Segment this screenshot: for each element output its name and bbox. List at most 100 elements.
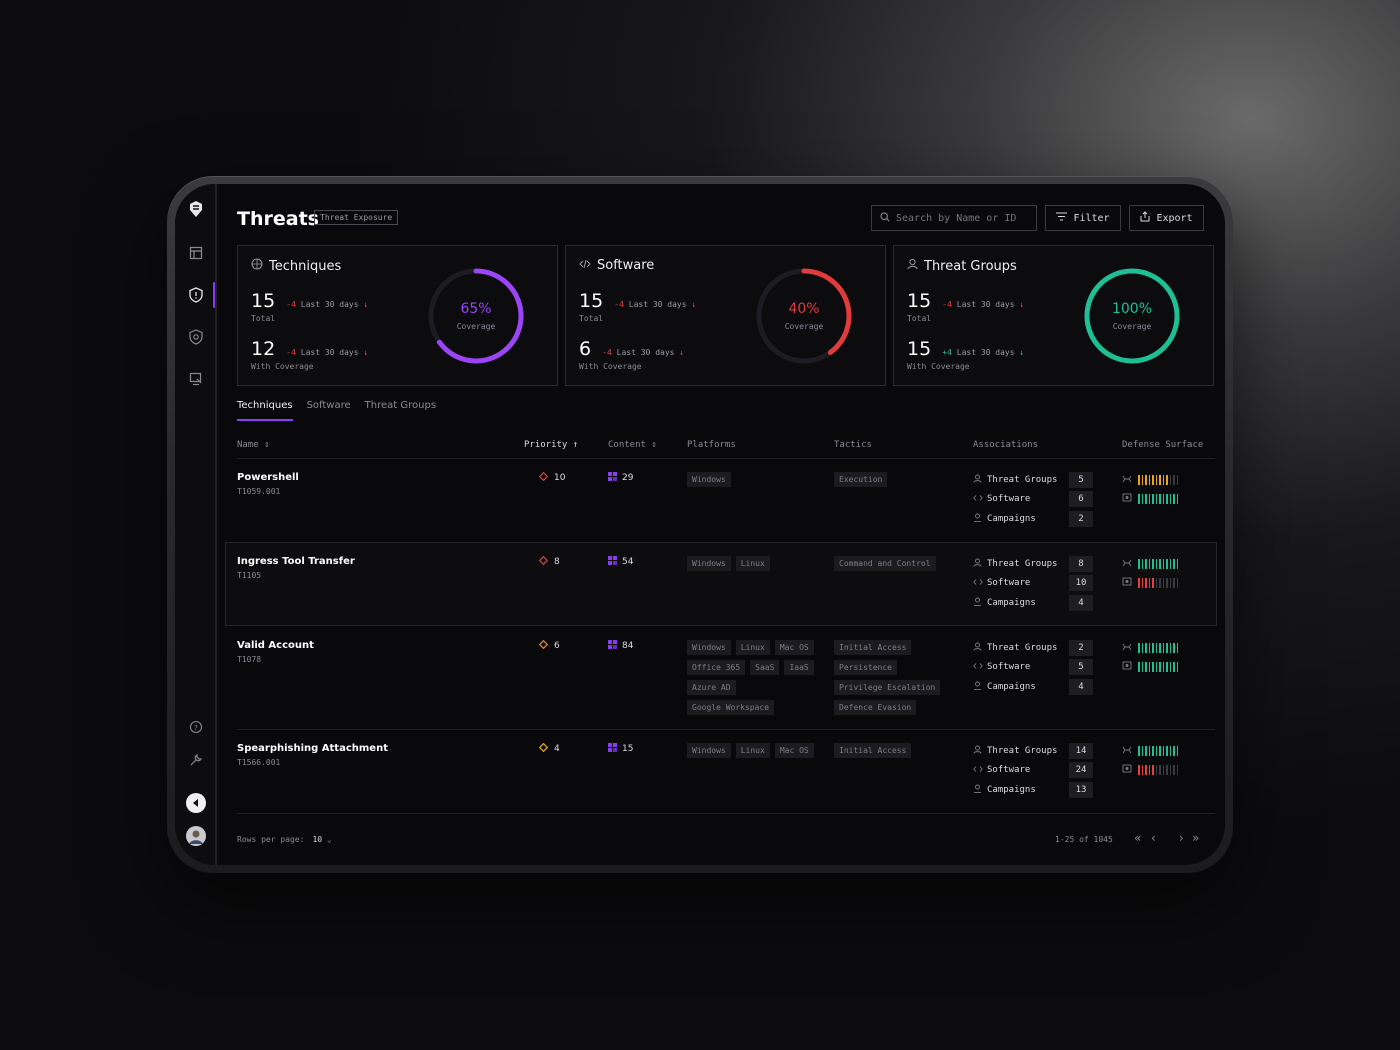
tab-threat-groups[interactable]: Threat Groups [365, 400, 436, 421]
association-item[interactable]: Campaigns 13 [973, 780, 1093, 800]
content-count: 29 [608, 472, 633, 484]
association-item[interactable]: Campaigns 4 [973, 593, 1093, 613]
defense-surface [1122, 470, 1178, 508]
table-row[interactable]: Ingress Tool Transfer T1105 8 54 Windows… [237, 554, 1215, 638]
platform-chips: Windows Linux Mac OS [687, 743, 817, 758]
rows-per-page-select[interactable]: 10 ⌄ [312, 835, 331, 844]
association-count: 10 [1069, 575, 1093, 592]
association-item[interactable]: Threat Groups 14 [973, 741, 1093, 761]
tactics-chip: Execution [834, 472, 888, 487]
defense-surface-meter [1122, 760, 1178, 779]
defense-surface-meter [1122, 554, 1178, 573]
tab-software[interactable]: Software [307, 400, 351, 421]
rows-per-page-label: Rows per page: [237, 835, 305, 844]
row-divider [237, 813, 1215, 814]
association-item[interactable]: Software 10 [973, 574, 1093, 594]
network-icon [1122, 746, 1132, 756]
technique-name[interactable]: Ingress Tool Transfer [237, 556, 355, 567]
collapse-sidebar-button[interactable] [183, 790, 209, 816]
technique-name[interactable]: Valid Account [237, 640, 314, 651]
association-count: 4 [1069, 678, 1093, 695]
association-item[interactable]: Threat Groups 8 [973, 554, 1093, 574]
association-count: 5 [1069, 659, 1093, 676]
search-input[interactable] [896, 212, 1026, 224]
platform-chips: Windows Linux [687, 556, 817, 571]
platforms-chip: Linux [735, 743, 770, 758]
trend-arrow-icon: ↓ [1019, 300, 1025, 309]
column-header-priority[interactable]: Priority ↑ [524, 440, 578, 450]
trend-arrow-icon: ↓ [691, 300, 697, 309]
tactics-chip: Initial Access [834, 743, 912, 758]
association-item[interactable]: Software 6 [973, 490, 1093, 510]
content-count: 84 [608, 640, 633, 652]
content-count: 15 [608, 743, 633, 755]
coverage-percent: 65% [460, 301, 492, 317]
association-item[interactable]: Threat Groups 2 [973, 638, 1093, 658]
coverage-ring: 40% Coverage [753, 265, 855, 367]
platforms-chip: Mac OS [774, 743, 814, 758]
dashboard-icon[interactable] [183, 240, 209, 266]
tactics-chip: Privilege Escalation [834, 680, 941, 695]
help-icon[interactable]: ? [183, 714, 209, 740]
tactics-chip: Persistence [834, 660, 897, 675]
association-item[interactable]: Software 24 [973, 761, 1093, 781]
page-badge: Threat Exposure [314, 210, 399, 225]
shield-check-icon[interactable] [183, 324, 209, 350]
association-item[interactable]: Threat Groups 5 [973, 470, 1093, 490]
association-item[interactable]: Campaigns 4 [973, 677, 1093, 697]
filter-icon [1056, 212, 1068, 224]
priority-value: 4 [538, 742, 560, 755]
shield-icon[interactable] [183, 282, 209, 308]
priority-value: 10 [538, 471, 565, 484]
export-button[interactable]: Export [1129, 205, 1204, 231]
svg-text:?: ? [194, 724, 198, 732]
content-grid-icon [608, 472, 617, 484]
defense-surface [1122, 554, 1178, 592]
column-header-name[interactable]: Name ⇕ [237, 440, 270, 450]
campaign-icon [973, 597, 987, 608]
platforms-chip: Azure AD [687, 680, 736, 695]
filter-button[interactable]: Filter [1045, 205, 1121, 231]
export-label: Export [1156, 212, 1193, 224]
previous-page-button[interactable]: ‹ [1151, 831, 1156, 845]
endpoint-icon [1122, 577, 1132, 588]
search-box[interactable] [871, 205, 1037, 231]
column-header-content[interactable]: Content ⇕ [608, 440, 657, 450]
priority-diamond-icon [538, 742, 549, 755]
content-grid-icon [608, 640, 617, 652]
endpoint-icon [1122, 661, 1132, 672]
last-page-button[interactable]: » [1192, 831, 1199, 845]
sidebar-divider [215, 184, 217, 865]
defense-surface-meter [1122, 470, 1178, 489]
priority-diamond-icon [538, 555, 549, 568]
tab-techniques[interactable]: Techniques [237, 400, 293, 421]
table-header-divider [237, 458, 1215, 459]
chevron-down-icon: ⌄ [326, 835, 332, 844]
platforms-chip: Windows [687, 556, 731, 571]
card-title: Software [579, 258, 654, 273]
table-row[interactable]: Valid Account T1078 6 84 Windows Linux Mac… [237, 638, 1215, 741]
wrench-icon[interactable] [183, 747, 209, 773]
defense-surface [1122, 741, 1178, 779]
coverage-label: Coverage [1112, 322, 1152, 331]
first-page-button[interactable]: « [1134, 831, 1141, 845]
tactic-chips: Command and Control [834, 556, 964, 571]
association-item[interactable]: Campaigns 2 [973, 509, 1093, 529]
avatar[interactable] [183, 823, 209, 849]
associations-list: Threat Groups 8 Software 10 Campaigns 4 [973, 554, 1093, 613]
platform-chips: Windows [687, 472, 817, 487]
content-grid-icon [608, 556, 617, 568]
trend-arrow-icon: ↓ [1019, 348, 1025, 357]
defense-surface-meter [1122, 573, 1178, 592]
technique-name[interactable]: Powershell [237, 472, 299, 483]
column-header-tactics: Tactics [834, 440, 872, 450]
monitor-icon[interactable] [183, 366, 209, 392]
next-page-button[interactable]: › [1179, 831, 1184, 845]
association-item[interactable]: Software 5 [973, 658, 1093, 678]
content-grid-icon [608, 743, 617, 755]
endpoint-icon [1122, 764, 1132, 775]
technique-name[interactable]: Spearphishing Attachment [237, 743, 388, 754]
platforms-chip: Linux [735, 640, 770, 655]
stat-card-techniques: Techniques 15 -4 Last 30 days ↓ Total 12… [237, 245, 558, 386]
total-stat: 15 -4 Last 30 days ↓ Total [907, 290, 1025, 323]
